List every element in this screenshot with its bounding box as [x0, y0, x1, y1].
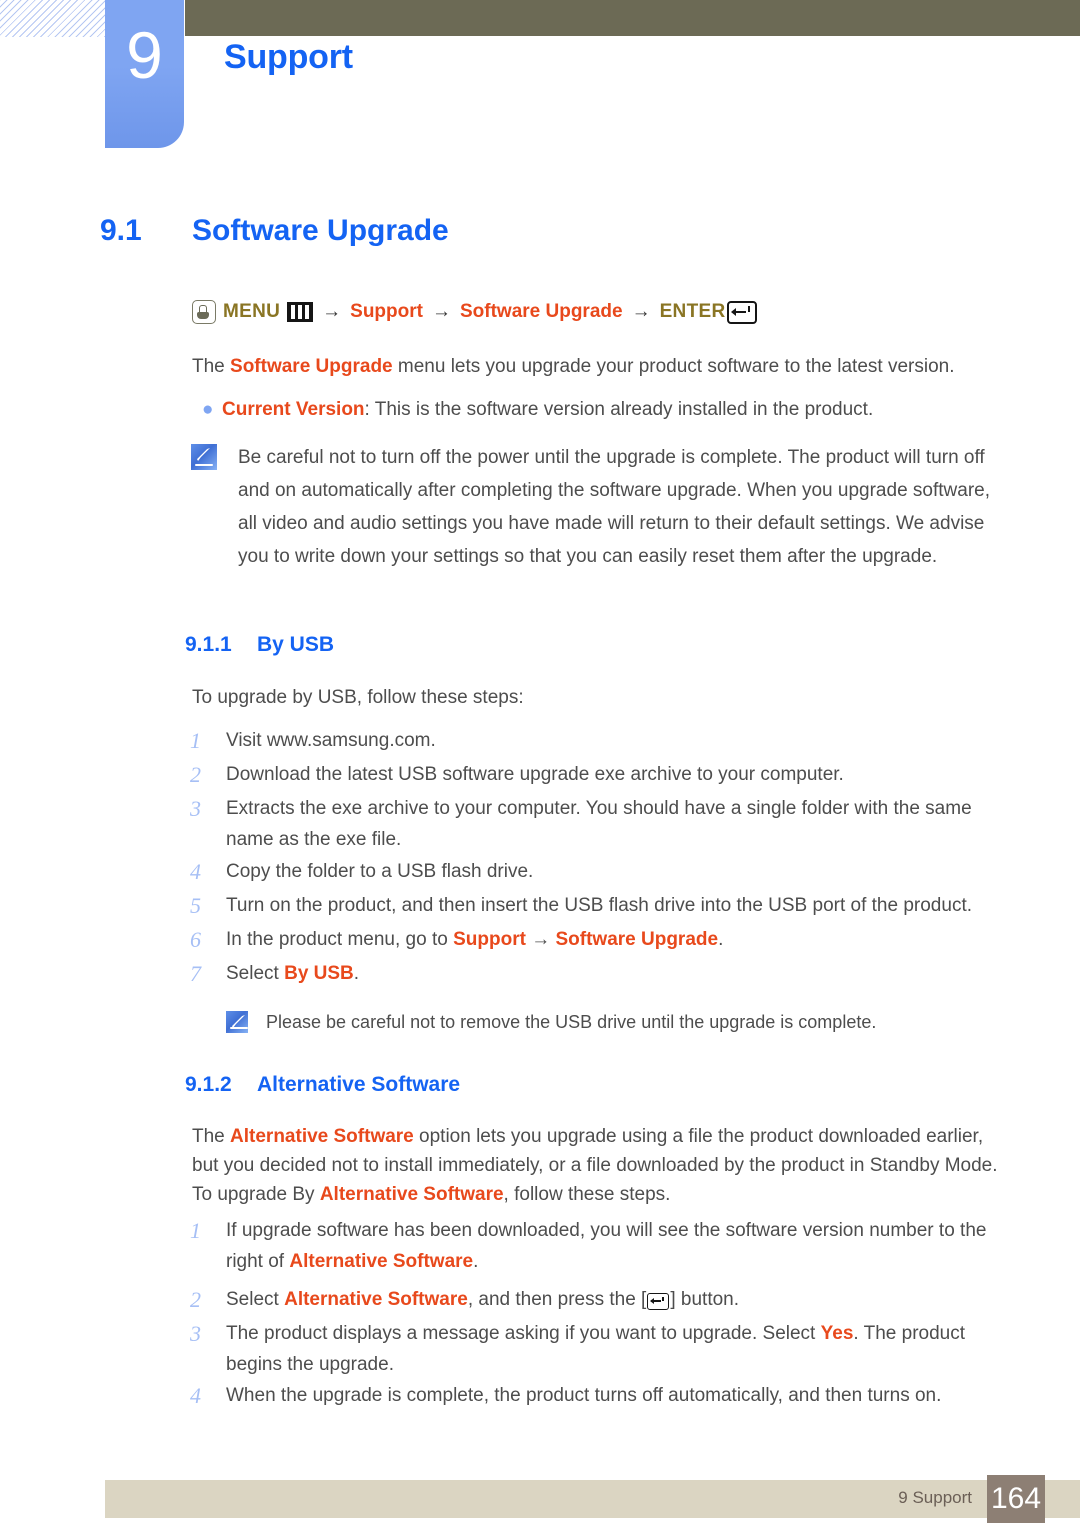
- step-text: Extracts the exe archive to your compute…: [226, 798, 972, 850]
- step-text: Turn on the product, and then insert the…: [226, 895, 973, 916]
- section-number: 9.1: [100, 214, 142, 247]
- step-item: 2 Select Alternative Software, and then …: [190, 1284, 1020, 1315]
- step-number: 5: [190, 893, 201, 918]
- step-text-tail: .: [473, 1251, 479, 1272]
- chapter-tab: 9: [105, 0, 184, 148]
- note-power-warning-text: Be careful not to turn off the power unt…: [238, 447, 990, 567]
- step-number: 2: [190, 1287, 201, 1312]
- step-number: 7: [190, 961, 201, 986]
- menu-path-arrow-1: →: [322, 301, 342, 322]
- step-keyword-by-usb: By USB: [284, 963, 354, 984]
- menu-path-item-support: Support: [350, 301, 423, 322]
- intro-paragraph: The Software Upgrade menu lets you upgra…: [192, 352, 1022, 381]
- step-item: 2 Download the latest USB software upgra…: [190, 759, 1020, 790]
- step-item: 4 Copy the folder to a USB flash drive.: [190, 856, 1020, 887]
- menu-path-menu-label: MENU: [223, 301, 281, 322]
- alt-intro-keyword-1: Alternative Software: [230, 1126, 414, 1147]
- footer-chapter-label: 9 Support: [898, 1488, 972, 1507]
- decorative-hatch-pattern: [0, 0, 105, 37]
- subsection-heading-alternative-software: 9.1.2 Alternative Software: [185, 1073, 460, 1097]
- step-number: 3: [190, 1321, 201, 1346]
- bullet-text-rest: : This is the software version already i…: [364, 399, 874, 420]
- step-text: When the upgrade is complete, the produc…: [226, 1385, 942, 1406]
- menu-path-arrow-3: →: [631, 301, 651, 322]
- step-number: 3: [190, 796, 201, 821]
- menu-path-item-software-upgrade: Software Upgrade: [459, 301, 623, 322]
- step-item: 1 If upgrade software has been downloade…: [190, 1215, 1005, 1277]
- document-page: 9 Support 9.1 Software Upgrade MENU → Sup…: [0, 0, 1080, 1527]
- chapter-title: Support: [224, 38, 353, 76]
- step-text-tail: .: [718, 929, 724, 950]
- note-usb-removal-text: Please be careful not to remove the USB …: [266, 1012, 877, 1032]
- note-usb-removal-warning: Please be careful not to remove the USB …: [226, 1008, 1016, 1036]
- section-heading: 9.1 Software Upgrade: [100, 214, 449, 248]
- step-number: 4: [190, 859, 201, 884]
- step-number: 1: [190, 728, 201, 753]
- step-text-tail: ] button.: [670, 1289, 740, 1310]
- intro-pre: The: [192, 356, 231, 377]
- subsection-title-alternative-software: Alternative Software: [257, 1073, 461, 1096]
- step-keyword-support: Support: [453, 929, 526, 950]
- step-text-pre: In the product menu, go to: [226, 929, 454, 950]
- step-text: Select By USB.: [226, 958, 359, 989]
- alternative-software-intro: The Alternative Software option lets you…: [192, 1122, 1002, 1209]
- step-number: 2: [190, 762, 201, 787]
- note-pen-icon: [226, 1011, 248, 1033]
- step-text-pre: Select: [226, 1289, 285, 1310]
- step-text: Copy the folder to a USB flash drive.: [226, 861, 534, 882]
- step-keyword-alternative-software: Alternative Software: [289, 1251, 474, 1272]
- intro-post: menu lets you upgrade your product softw…: [392, 356, 955, 377]
- step-number: 4: [190, 1383, 201, 1408]
- step-item: 3 The product displays a message asking …: [190, 1318, 1010, 1380]
- step-text-tail: .: [353, 963, 360, 984]
- step-item: 6 In the product menu, go to Support → S…: [190, 924, 1020, 955]
- step-text: Download the latest USB software upgrade…: [226, 764, 844, 785]
- section-title: Software Upgrade: [192, 214, 449, 247]
- menu-bars-icon: [287, 302, 314, 322]
- step-text-pre: The product displays a message asking if…: [226, 1323, 821, 1344]
- step-item: 3 Extracts the exe archive to your compu…: [190, 793, 1010, 855]
- step-text: Visit www.samsung.com.: [226, 730, 436, 751]
- alt-intro-p3: , follow these steps.: [503, 1184, 671, 1205]
- step-text: If upgrade software has been downloaded,…: [226, 1215, 1005, 1277]
- bullet-content: Current Version: This is the software ve…: [222, 395, 873, 424]
- note-pen-icon: [191, 444, 217, 470]
- enter-key-icon: [647, 1293, 670, 1311]
- alt-intro-keyword-2: Alternative Software: [319, 1184, 504, 1205]
- subsection-heading-by-usb: 9.1.1 By USB: [185, 633, 334, 657]
- step-keyword-software-upgrade: Software Upgrade: [555, 929, 719, 950]
- enter-key-icon: [727, 300, 758, 324]
- subsection-number-912: 9.1.2: [185, 1073, 232, 1096]
- step-text: Select Alternative Software, and then pr…: [226, 1284, 739, 1315]
- menu-path: MENU → Support → Software Upgrade → ENTE…: [192, 300, 758, 324]
- intro-keyword: Software Upgrade: [230, 356, 393, 377]
- step-keyword-alternative-software: Alternative Software: [284, 1289, 468, 1310]
- step-text: The product displays a message asking if…: [226, 1318, 1010, 1380]
- step-inline-arrow: →: [525, 929, 556, 950]
- step-item: 1 Visit www.samsung.com.: [190, 725, 1020, 756]
- menu-path-arrow-2: →: [431, 301, 451, 322]
- subsection-title-by-usb: By USB: [257, 633, 335, 656]
- bullet-marker: ●: [202, 399, 214, 420]
- chapter-number: 9: [126, 18, 163, 92]
- step-text-mid: , and then press the [: [467, 1289, 647, 1310]
- subsection-number-911: 9.1.1: [185, 633, 232, 656]
- step-item: 7 Select By USB.: [190, 958, 1020, 989]
- step-item: 5 Turn on the product, and then insert t…: [190, 890, 1020, 921]
- bullet-item-current-version: ● Current Version: This is the software …: [200, 395, 1020, 424]
- step-keyword-yes: Yes: [820, 1323, 854, 1344]
- alt-intro-p1: The: [192, 1126, 231, 1147]
- footer-page-number: 164: [987, 1475, 1045, 1523]
- by-usb-lead-text: To upgrade by USB, follow these steps:: [192, 687, 524, 708]
- bullet-keyword: Current Version: [222, 399, 365, 420]
- step-number: 1: [190, 1218, 201, 1243]
- step-number: 6: [190, 927, 201, 952]
- step-text: In the product menu, go to Support → Sof…: [226, 924, 723, 955]
- step-item: 4 When the upgrade is complete, the prod…: [190, 1380, 1020, 1411]
- note-power-warning: Be careful not to turn off the power unt…: [191, 441, 1011, 573]
- header-bar: [185, 0, 1080, 36]
- hand-press-icon: [192, 300, 216, 324]
- step-text-pre: Select: [226, 963, 285, 984]
- menu-path-enter-label: ENTER: [659, 301, 726, 322]
